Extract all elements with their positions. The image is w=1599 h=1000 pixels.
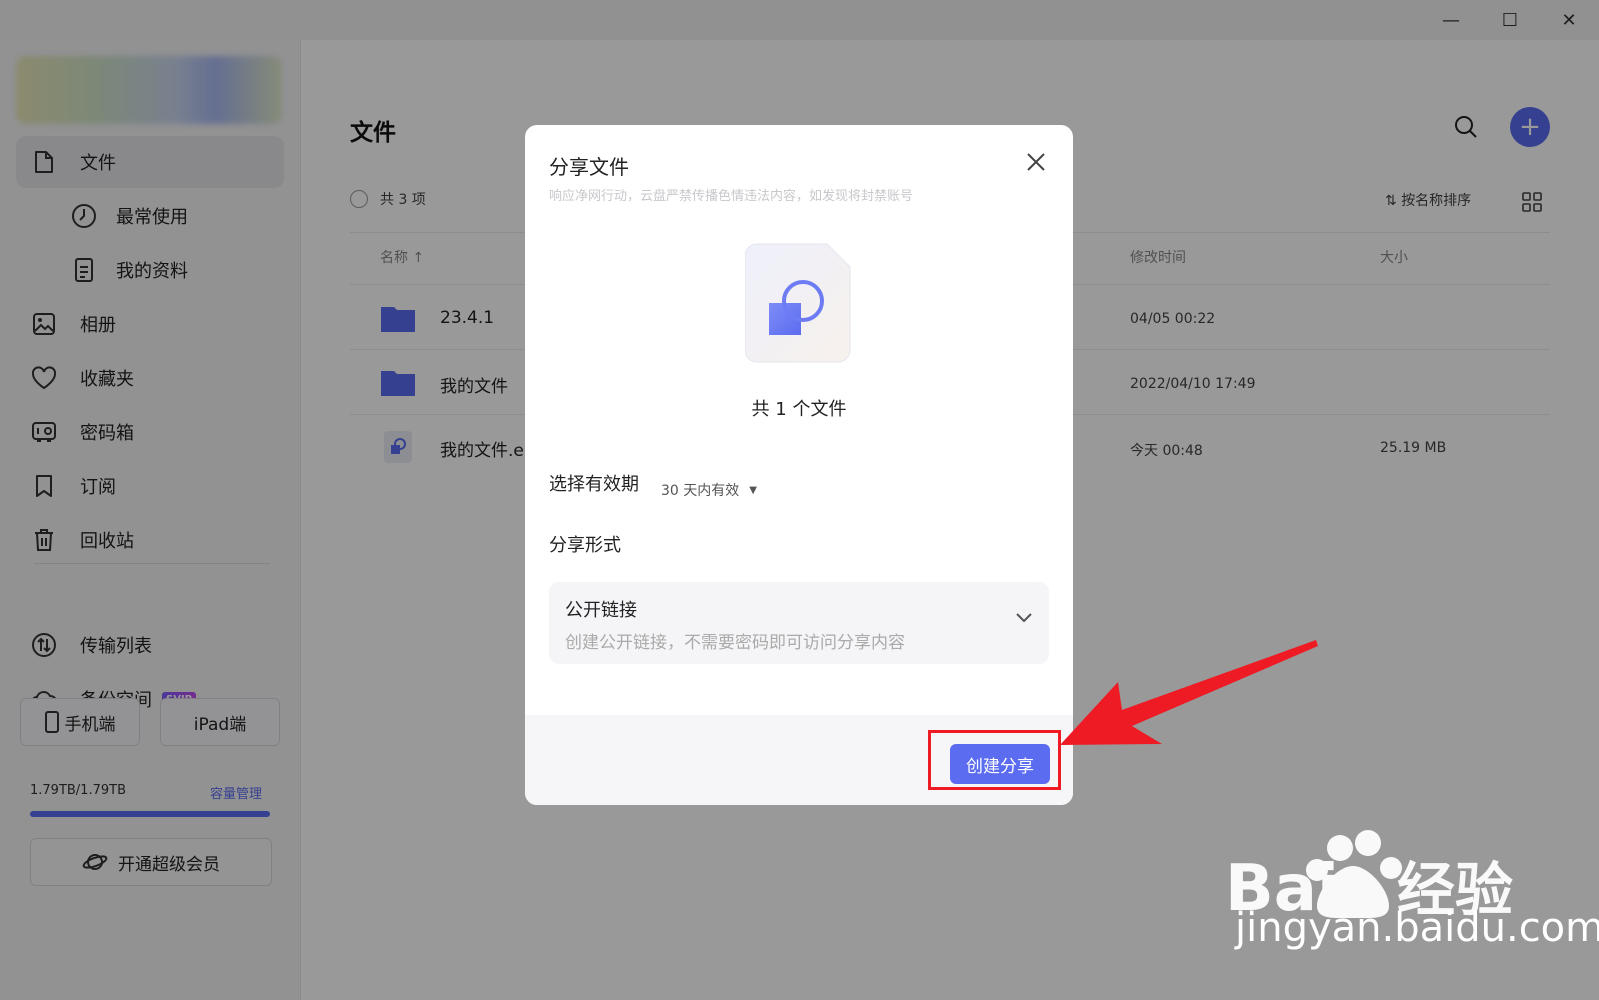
app-window: — ☐ ✕ 文件 最常使用 我的资料 相册 收藏夹 密码箱 订阅 回收站 传输列… [0,0,1599,1000]
annotation-arrow [1060,640,1318,745]
file-count-label: 共 1 个文件 [751,399,847,420]
share-file-dialog: 分享文件 响应净网行动，云盘严禁传播色情违法内容，如发现将封禁账号 共 1 个文… [525,125,1073,805]
share-type-description: 创建公开链接，不需要密码即可访问分享内容 [565,633,905,653]
share-type-select[interactable]: 公开链接 创建公开链接，不需要密码即可访问分享内容 [549,582,1049,664]
watermark-url: jingyan.baidu.com [1235,905,1599,951]
share-form-label: 分享形式 [549,535,621,556]
expiry-dropdown[interactable]: 30 天内有效 ▼ [661,480,757,500]
close-icon [1027,153,1045,171]
expiry-value: 30 天内有效 [661,483,740,499]
exe-file-icon [745,243,851,363]
chevron-down-icon [1016,613,1032,623]
expiry-label: 选择有效期 [549,474,639,495]
annotation-highlight-box [928,730,1061,790]
dialog-close-button[interactable] [1023,149,1049,175]
dialog-notice: 响应净网行动，云盘严禁传播色情违法内容，如发现将封禁账号 [549,189,914,204]
dialog-title: 分享文件 [549,155,629,179]
caret-down-icon: ▼ [749,484,757,496]
share-type-value: 公开链接 [565,600,637,621]
